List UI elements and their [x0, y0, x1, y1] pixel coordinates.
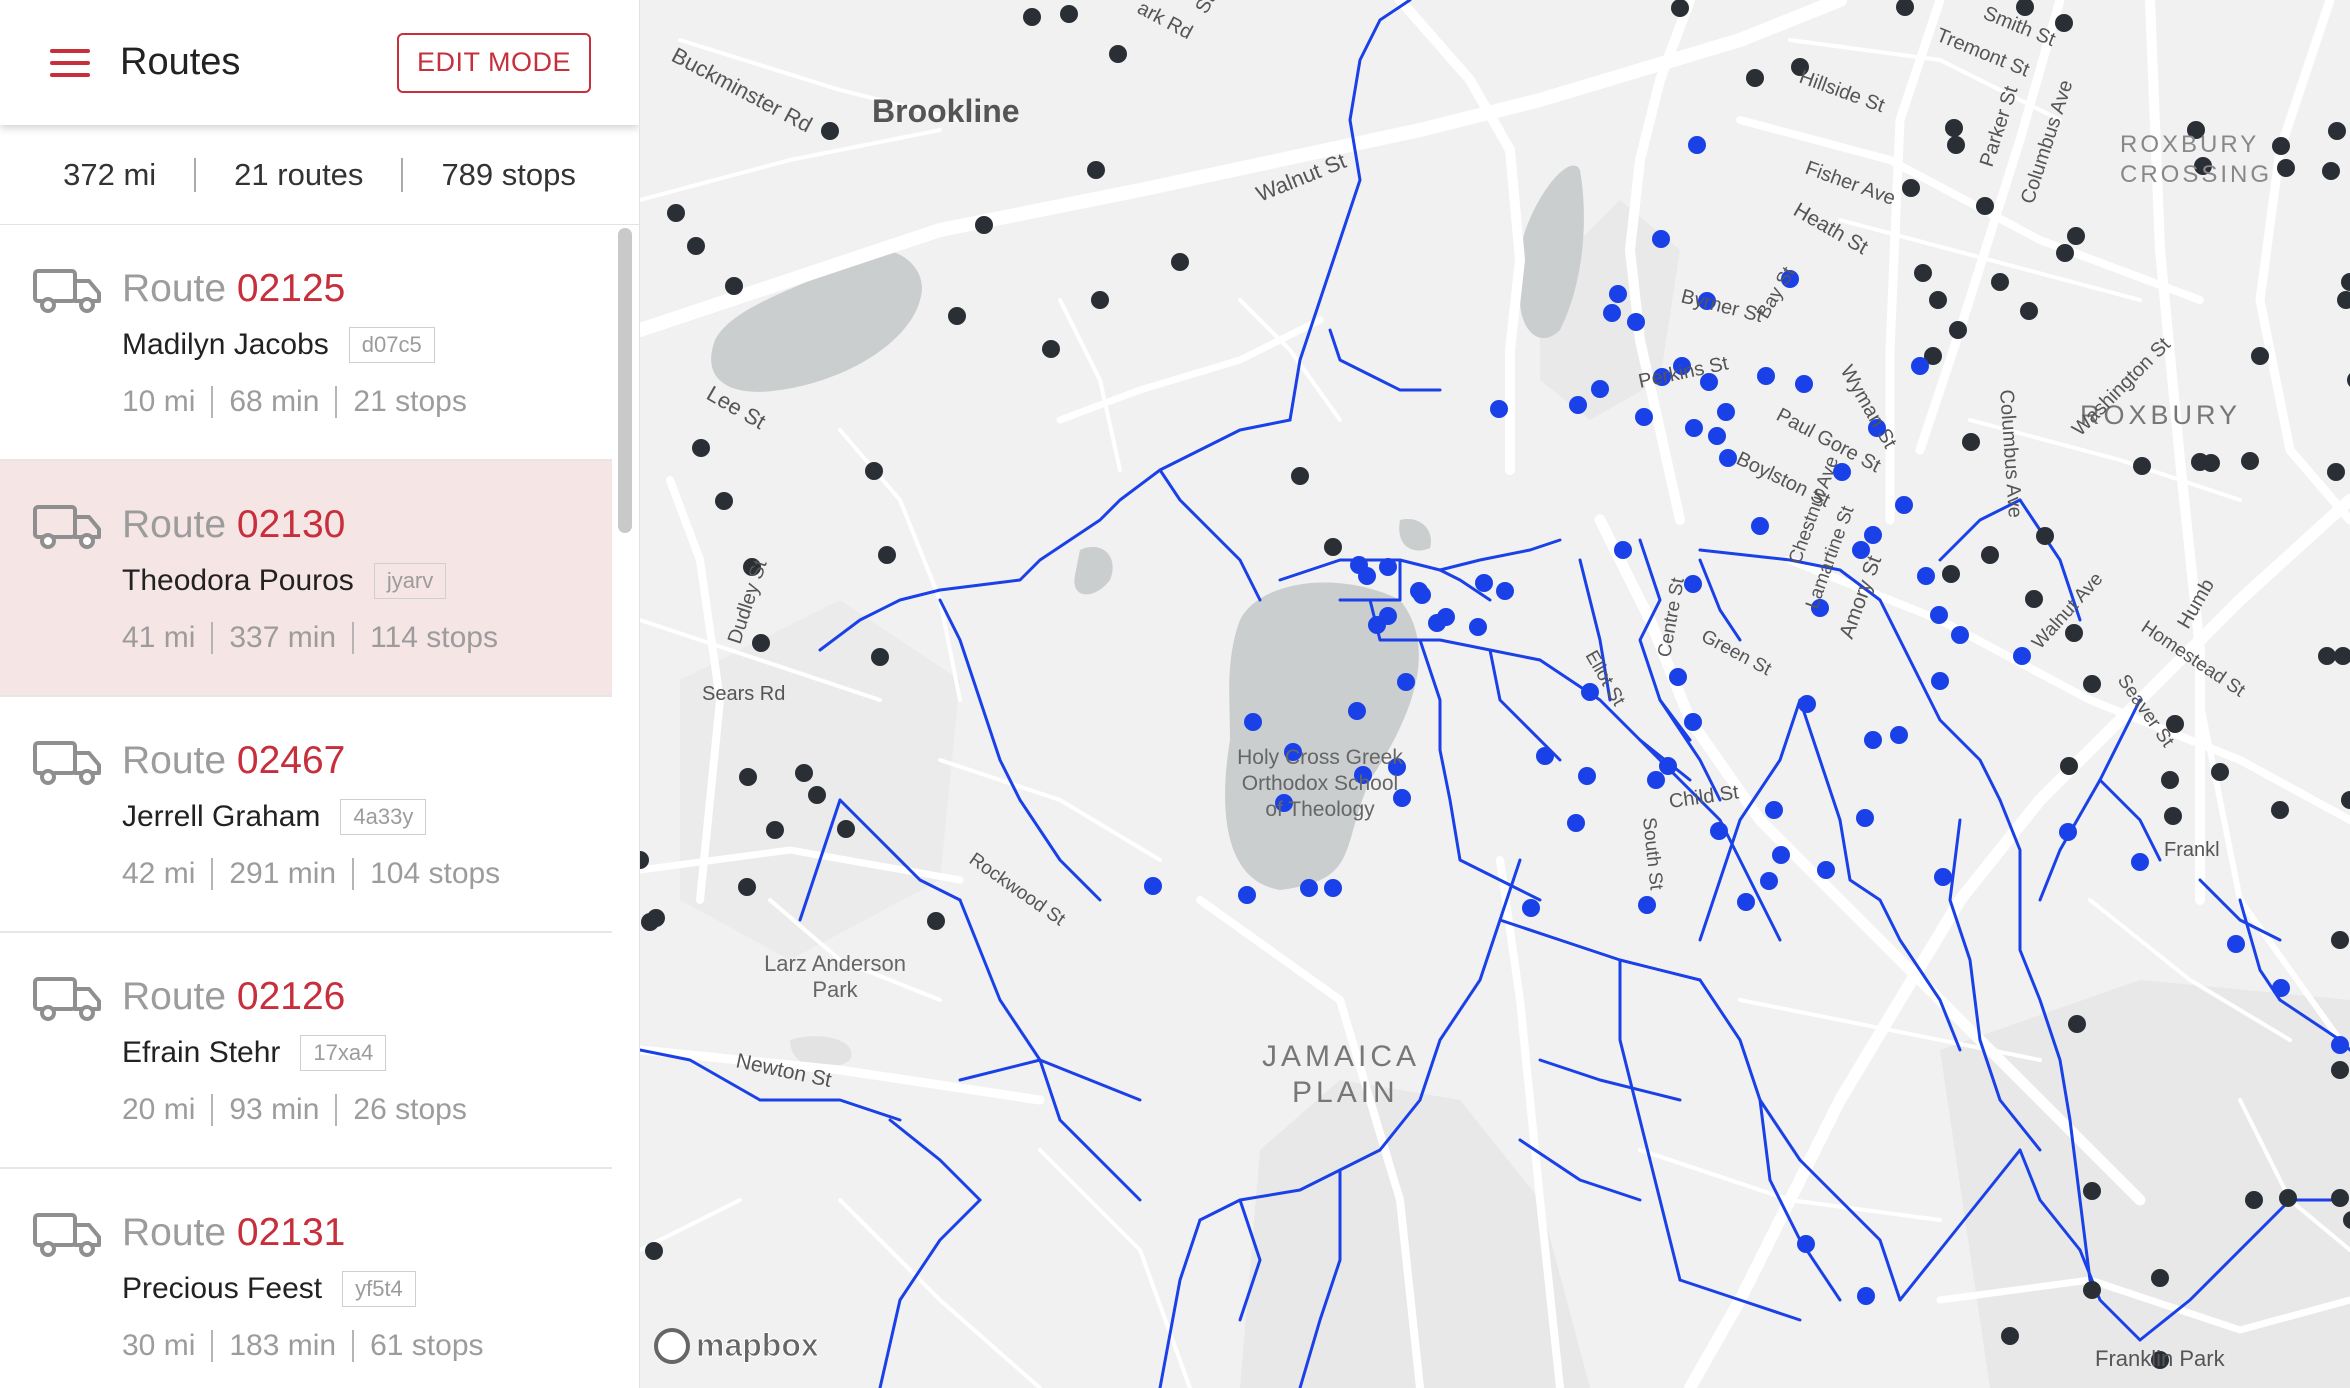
- route-card[interactable]: Route 02131 Precious Feest yf5t4 30 mi 183 m…: [0, 1169, 612, 1388]
- route-stats: 30 mi 183 min 61 stops: [122, 1329, 612, 1363]
- mapbox-icon: [654, 1327, 690, 1364]
- route-stops: 104 stops: [370, 857, 501, 890]
- total-distance: 372 mi: [63, 156, 157, 192]
- route-stops: 21 stops: [353, 385, 467, 418]
- route-id: 02125: [236, 267, 346, 310]
- route-title: Route 02126: [122, 973, 612, 1021]
- route-card[interactable]: Route 02126 Efrain Stehr 17xa4 20 mi 93 min 2…: [0, 933, 612, 1169]
- label-holy-cross: of Theology: [1265, 798, 1375, 821]
- route-distance: 10 mi: [122, 385, 196, 418]
- label-franklin: Frankl: [2164, 839, 2220, 861]
- label-holy-cross: Holy Cross Greek: [1237, 746, 1403, 769]
- mapbox-logo[interactable]: mapbox: [654, 1327, 819, 1364]
- edit-mode-button[interactable]: EDIT MODE: [396, 32, 591, 93]
- route-card[interactable]: Route 02467 Jerrell Graham 4a33y 42 mi 291 m…: [0, 697, 612, 933]
- route-distance: 20 mi: [122, 1093, 196, 1126]
- route-duration: 291 min: [229, 857, 337, 890]
- driver-code-badge: d07c5: [348, 327, 435, 363]
- map-canvas[interactable]: Brookline JAMAICA PLAIN ROXBURY ROXBURY …: [640, 0, 2350, 1388]
- total-stops: 789 stops: [441, 156, 576, 192]
- divider: [211, 858, 214, 890]
- route-distance: 30 mi: [122, 1329, 196, 1362]
- label-jamaica: JAMAICA: [1262, 1040, 1420, 1073]
- driver-row: Jerrell Graham 4a33y: [122, 799, 612, 835]
- label-roxbury-crossing: CROSSING: [2120, 161, 2272, 188]
- route-stats: 20 mi 93 min 26 stops: [122, 1093, 612, 1127]
- driver-code-badge: 17xa4: [300, 1035, 387, 1071]
- label-sears: Sears Rd: [702, 683, 785, 705]
- driver-name: Madilyn Jacobs: [122, 328, 329, 361]
- truck-icon: [33, 739, 103, 787]
- route-distance: 42 mi: [122, 857, 196, 890]
- route-card[interactable]: Route 02130 Theodora Pouros jyarv 41 mi 337 …: [0, 461, 612, 697]
- route-list[interactable]: Route 02125 Madilyn Jacobs d07c5 10 mi 68 mi…: [0, 225, 612, 1388]
- routes-sidebar: Routes EDIT MODE 372 mi 21 routes 789 st…: [0, 0, 640, 1388]
- truck-icon: [33, 503, 103, 551]
- route-label: Route: [122, 267, 227, 310]
- total-routes: 21 routes: [234, 156, 364, 192]
- hamburger-menu-icon[interactable]: [50, 48, 90, 77]
- route-stats: 41 mi 337 min 114 stops: [122, 621, 612, 655]
- truck-icon: [33, 267, 103, 315]
- label-plain: PLAIN: [1292, 1076, 1399, 1109]
- divider: [335, 1094, 338, 1126]
- route-title: Route 02125: [122, 265, 612, 313]
- label-larz-anderson: Larz Anderson: [764, 951, 906, 976]
- divider: [352, 622, 355, 654]
- driver-code-badge: yf5t4: [342, 1271, 416, 1307]
- truck-icon: [33, 975, 103, 1023]
- route-label: Route: [122, 739, 227, 782]
- route-stats: 42 mi 291 min 104 stops: [122, 857, 612, 891]
- route-duration: 183 min: [229, 1329, 337, 1362]
- driver-name: Efrain Stehr: [122, 1036, 281, 1069]
- driver-code-badge: 4a33y: [340, 799, 427, 835]
- route-id: 02131: [236, 1211, 346, 1254]
- mapbox-wordmark: mapbox: [696, 1327, 820, 1364]
- route-label: Route: [122, 1211, 227, 1254]
- route-duration: 93 min: [229, 1093, 320, 1126]
- route-id: 02126: [236, 975, 346, 1018]
- label-franklin-park: Franklin Park: [2095, 1346, 2226, 1371]
- route-title: Route 02467: [122, 737, 612, 785]
- route-title: Route 02131: [122, 1209, 612, 1257]
- route-stops: 26 stops: [353, 1093, 467, 1126]
- driver-row: Theodora Pouros jyarv: [122, 563, 612, 599]
- label-larz-anderson: Park: [812, 977, 858, 1002]
- routes-summary: 372 mi 21 routes 789 stops: [0, 125, 639, 225]
- divider: [211, 1330, 214, 1362]
- label-holy-cross: Orthodox School: [1242, 772, 1398, 795]
- page-title: Routes: [120, 41, 241, 83]
- label-brookline: Brookline: [872, 93, 1020, 129]
- route-duration: 68 min: [229, 385, 320, 418]
- driver-code-badge: jyarv: [373, 563, 447, 599]
- route-distance: 41 mi: [122, 621, 196, 654]
- label-roxbury-crossing: ROXBURY: [2120, 131, 2259, 158]
- map-view[interactable]: Brookline JAMAICA PLAIN ROXBURY ROXBURY …: [640, 0, 2350, 1388]
- driver-row: Efrain Stehr 17xa4: [122, 1035, 612, 1071]
- divider: [211, 622, 214, 654]
- route-duration: 337 min: [229, 621, 337, 654]
- driver-row: Precious Feest yf5t4: [122, 1271, 612, 1307]
- driver-name: Jerrell Graham: [122, 800, 321, 833]
- route-title: Route 02130: [122, 501, 612, 549]
- divider: [352, 1330, 355, 1362]
- route-stats: 10 mi 68 min 21 stops: [122, 385, 612, 419]
- divider: [352, 858, 355, 890]
- route-label: Route: [122, 503, 227, 546]
- route-id: 02467: [236, 739, 346, 782]
- route-card[interactable]: Route 02125 Madilyn Jacobs d07c5 10 mi 68 mi…: [0, 225, 612, 461]
- divider: [211, 386, 214, 418]
- route-stops: 114 stops: [370, 621, 498, 654]
- sidebar-header: Routes EDIT MODE: [0, 0, 639, 125]
- divider: [211, 1094, 214, 1126]
- driver-name: Theodora Pouros: [122, 564, 354, 597]
- route-label: Route: [122, 975, 227, 1018]
- truck-icon: [33, 1211, 103, 1259]
- divider: [335, 386, 338, 418]
- driver-name: Precious Feest: [122, 1272, 323, 1305]
- driver-row: Madilyn Jacobs d07c5: [122, 327, 612, 363]
- route-list-scrollbar[interactable]: [618, 228, 632, 533]
- route-id: 02130: [236, 503, 346, 546]
- route-stops: 61 stops: [370, 1329, 484, 1362]
